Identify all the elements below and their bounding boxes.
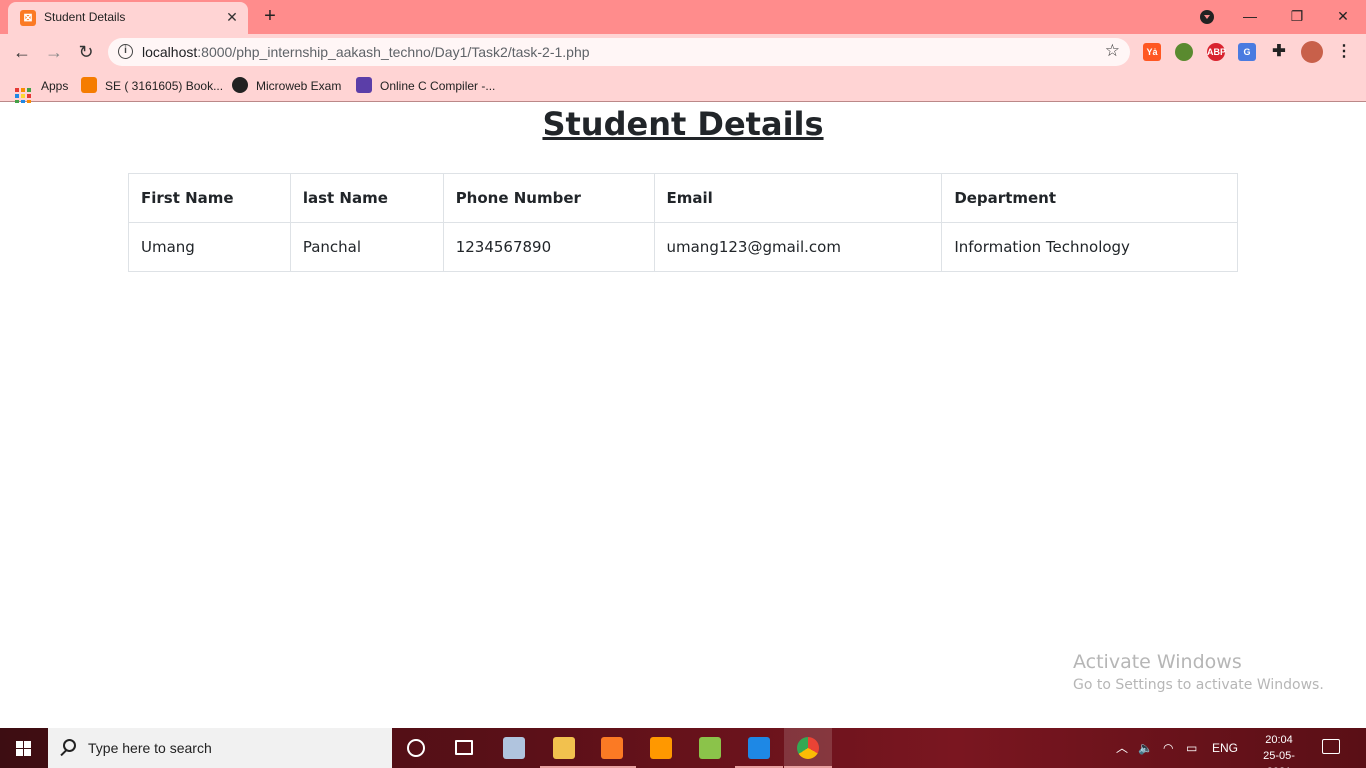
extensions-puzzle-icon[interactable]: ✚ <box>1270 43 1288 61</box>
page-content: Student Details First Name last Name Pho… <box>0 103 1366 728</box>
cortana-button[interactable] <box>392 728 440 768</box>
tab-search-icon[interactable] <box>1200 10 1214 24</box>
task-view-icon <box>455 740 473 755</box>
tab-close-button[interactable]: ✕ <box>223 8 241 26</box>
taskbar-app-notepad[interactable] <box>686 728 734 768</box>
window-close-button[interactable]: ✕ <box>1331 5 1355 27</box>
watermark-title: Activate Windows <box>1073 651 1242 673</box>
header-email: Email <box>653 173 943 223</box>
cell-last-name: Panchal <box>289 222 444 272</box>
activate-windows-watermark: Activate Windows Go to Settings to activ… <box>1073 651 1324 693</box>
volume-icon[interactable]: 🔈 <box>1138 728 1153 768</box>
minimize-button[interactable]: — <box>1238 5 1262 27</box>
extension-ya-icon[interactable]: Yȧ <box>1143 43 1161 61</box>
vscode-icon <box>748 737 770 759</box>
bookmarks-bar: Apps SE ( 3161605) Book... Microweb Exam… <box>0 70 1366 104</box>
tab-student-details[interactable]: ⊠ Student Details ✕ <box>8 2 248 34</box>
tab-title: Student Details <box>44 10 126 24</box>
cell-phone-number: 1234567890 <box>442 222 655 272</box>
adblock-plus-icon[interactable]: ABP <box>1207 43 1226 61</box>
battery-icon[interactable]: ▭ <box>1186 728 1197 768</box>
file-explorer-icon <box>553 737 575 759</box>
taskbar-app-control-panel[interactable] <box>490 728 538 768</box>
header-last-name: last Name <box>289 173 444 223</box>
windows-logo-icon <box>16 741 31 756</box>
header-phone-number: Phone Number <box>442 173 655 223</box>
xampp-icon <box>601 737 623 759</box>
blogger-icon <box>81 77 97 93</box>
lightning-icon <box>356 77 372 93</box>
search-icon <box>63 739 76 752</box>
browser-tab-strip: ⊠ Student Details ✕ + — ❐ ✕ <box>0 0 1366 34</box>
notepad-plus-icon <box>699 737 721 759</box>
site-info-icon[interactable]: i <box>118 44 133 59</box>
cell-department: Information Technology <box>941 222 1238 272</box>
bookmark-microweb-exam[interactable]: Microweb Exam <box>232 77 341 95</box>
restore-button[interactable]: ❐ <box>1285 5 1309 27</box>
search-placeholder: Type here to search <box>88 740 212 756</box>
google-translate-icon[interactable]: G <box>1238 43 1256 61</box>
taskbar-app-file-explorer[interactable] <box>540 728 588 768</box>
watermark-subtitle: Go to Settings to activate Windows. <box>1073 677 1324 693</box>
clock-time: 20:04 <box>1265 734 1293 746</box>
notification-center-icon[interactable] <box>1322 739 1340 754</box>
taskbar-app-vscode[interactable] <box>735 728 783 768</box>
extension-globe-icon[interactable] <box>1175 43 1193 61</box>
cell-first-name: Umang <box>128 222 291 272</box>
page-title: Student Details <box>542 105 824 143</box>
table-header-row: First Name last Name Phone Number Email … <box>128 173 1238 223</box>
taskbar-search-box[interactable]: Type here to search <box>48 728 392 768</box>
angular-icon <box>232 77 248 93</box>
bookmark-apps[interactable]: Apps <box>15 77 68 104</box>
taskbar-app-sublime-text[interactable] <box>637 728 685 768</box>
sublime-text-icon <box>650 737 672 759</box>
header-first-name: First Name <box>128 173 291 223</box>
clock[interactable]: 20:04 25-05-2021 <box>1252 732 1306 768</box>
bookmark-online-c-compiler[interactable]: Online C Compiler -... <box>356 77 495 95</box>
url-text[interactable]: localhost:8000/php_internship_aakash_tec… <box>142 44 590 60</box>
profile-avatar[interactable] <box>1301 41 1323 63</box>
forward-arrow-icon[interactable]: → <box>42 40 66 64</box>
wifi-icon[interactable]: ◠ <box>1163 728 1173 768</box>
address-bar[interactable]: i localhost:8000/php_internship_aakash_t… <box>108 38 1130 66</box>
bookmark-se-book[interactable]: SE ( 3161605) Book... <box>81 77 223 95</box>
back-arrow-icon[interactable]: ← <box>10 40 34 64</box>
task-view-button[interactable] <box>440 728 488 768</box>
bookmark-star-icon[interactable]: ☆ <box>1105 41 1120 61</box>
table-row: Umang Panchal 1234567890 umang123@gmail.… <box>128 222 1238 272</box>
xampp-favicon-icon: ⊠ <box>20 10 36 26</box>
windows-taskbar: Type here to search ︿ 🔈 ◠ ▭ ENG 20:04 25… <box>0 728 1366 768</box>
browser-toolbar: ← → ↻ i localhost:8000/php_internship_aa… <box>0 34 1366 70</box>
cell-email: umang123@gmail.com <box>653 222 943 272</box>
clock-date: 25-05-2021 <box>1263 750 1295 768</box>
language-indicator[interactable]: ENG <box>1212 728 1238 768</box>
taskbar-app-chrome[interactable] <box>784 728 832 768</box>
start-button[interactable] <box>0 728 48 768</box>
chrome-menu-icon[interactable]: ⋮ <box>1335 43 1353 61</box>
header-department: Department <box>941 173 1238 223</box>
apps-grid-icon <box>15 88 31 104</box>
new-tab-button[interactable]: + <box>259 5 281 27</box>
taskbar-app-xampp[interactable] <box>588 728 636 768</box>
control-panel-icon <box>503 737 525 759</box>
chrome-icon <box>797 737 819 759</box>
cortana-circle-icon <box>407 739 425 757</box>
reload-icon[interactable]: ↻ <box>74 40 98 64</box>
show-hidden-icons-chevron-icon[interactable]: ︿ <box>1116 728 1128 768</box>
student-table: First Name last Name Phone Number Email … <box>128 173 1238 272</box>
